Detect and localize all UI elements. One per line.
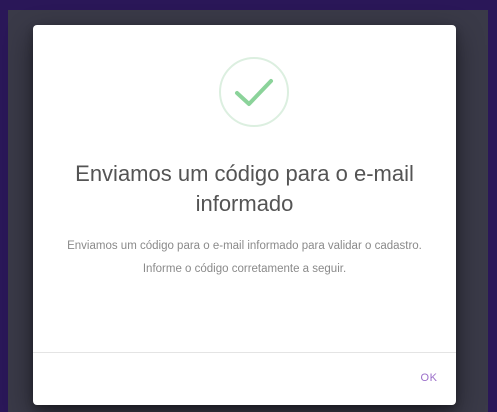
ok-button[interactable]: OK (411, 367, 447, 389)
dialog-message: Enviamos um código para o e-mail informa… (67, 240, 422, 275)
confirmation-dialog: Enviamos um código para o e-mail informa… (33, 25, 456, 405)
check-circle-icon (219, 57, 289, 127)
dialog-title: Enviamos um código para o e-mail informa… (75, 161, 414, 216)
dialog-divider (33, 352, 456, 353)
